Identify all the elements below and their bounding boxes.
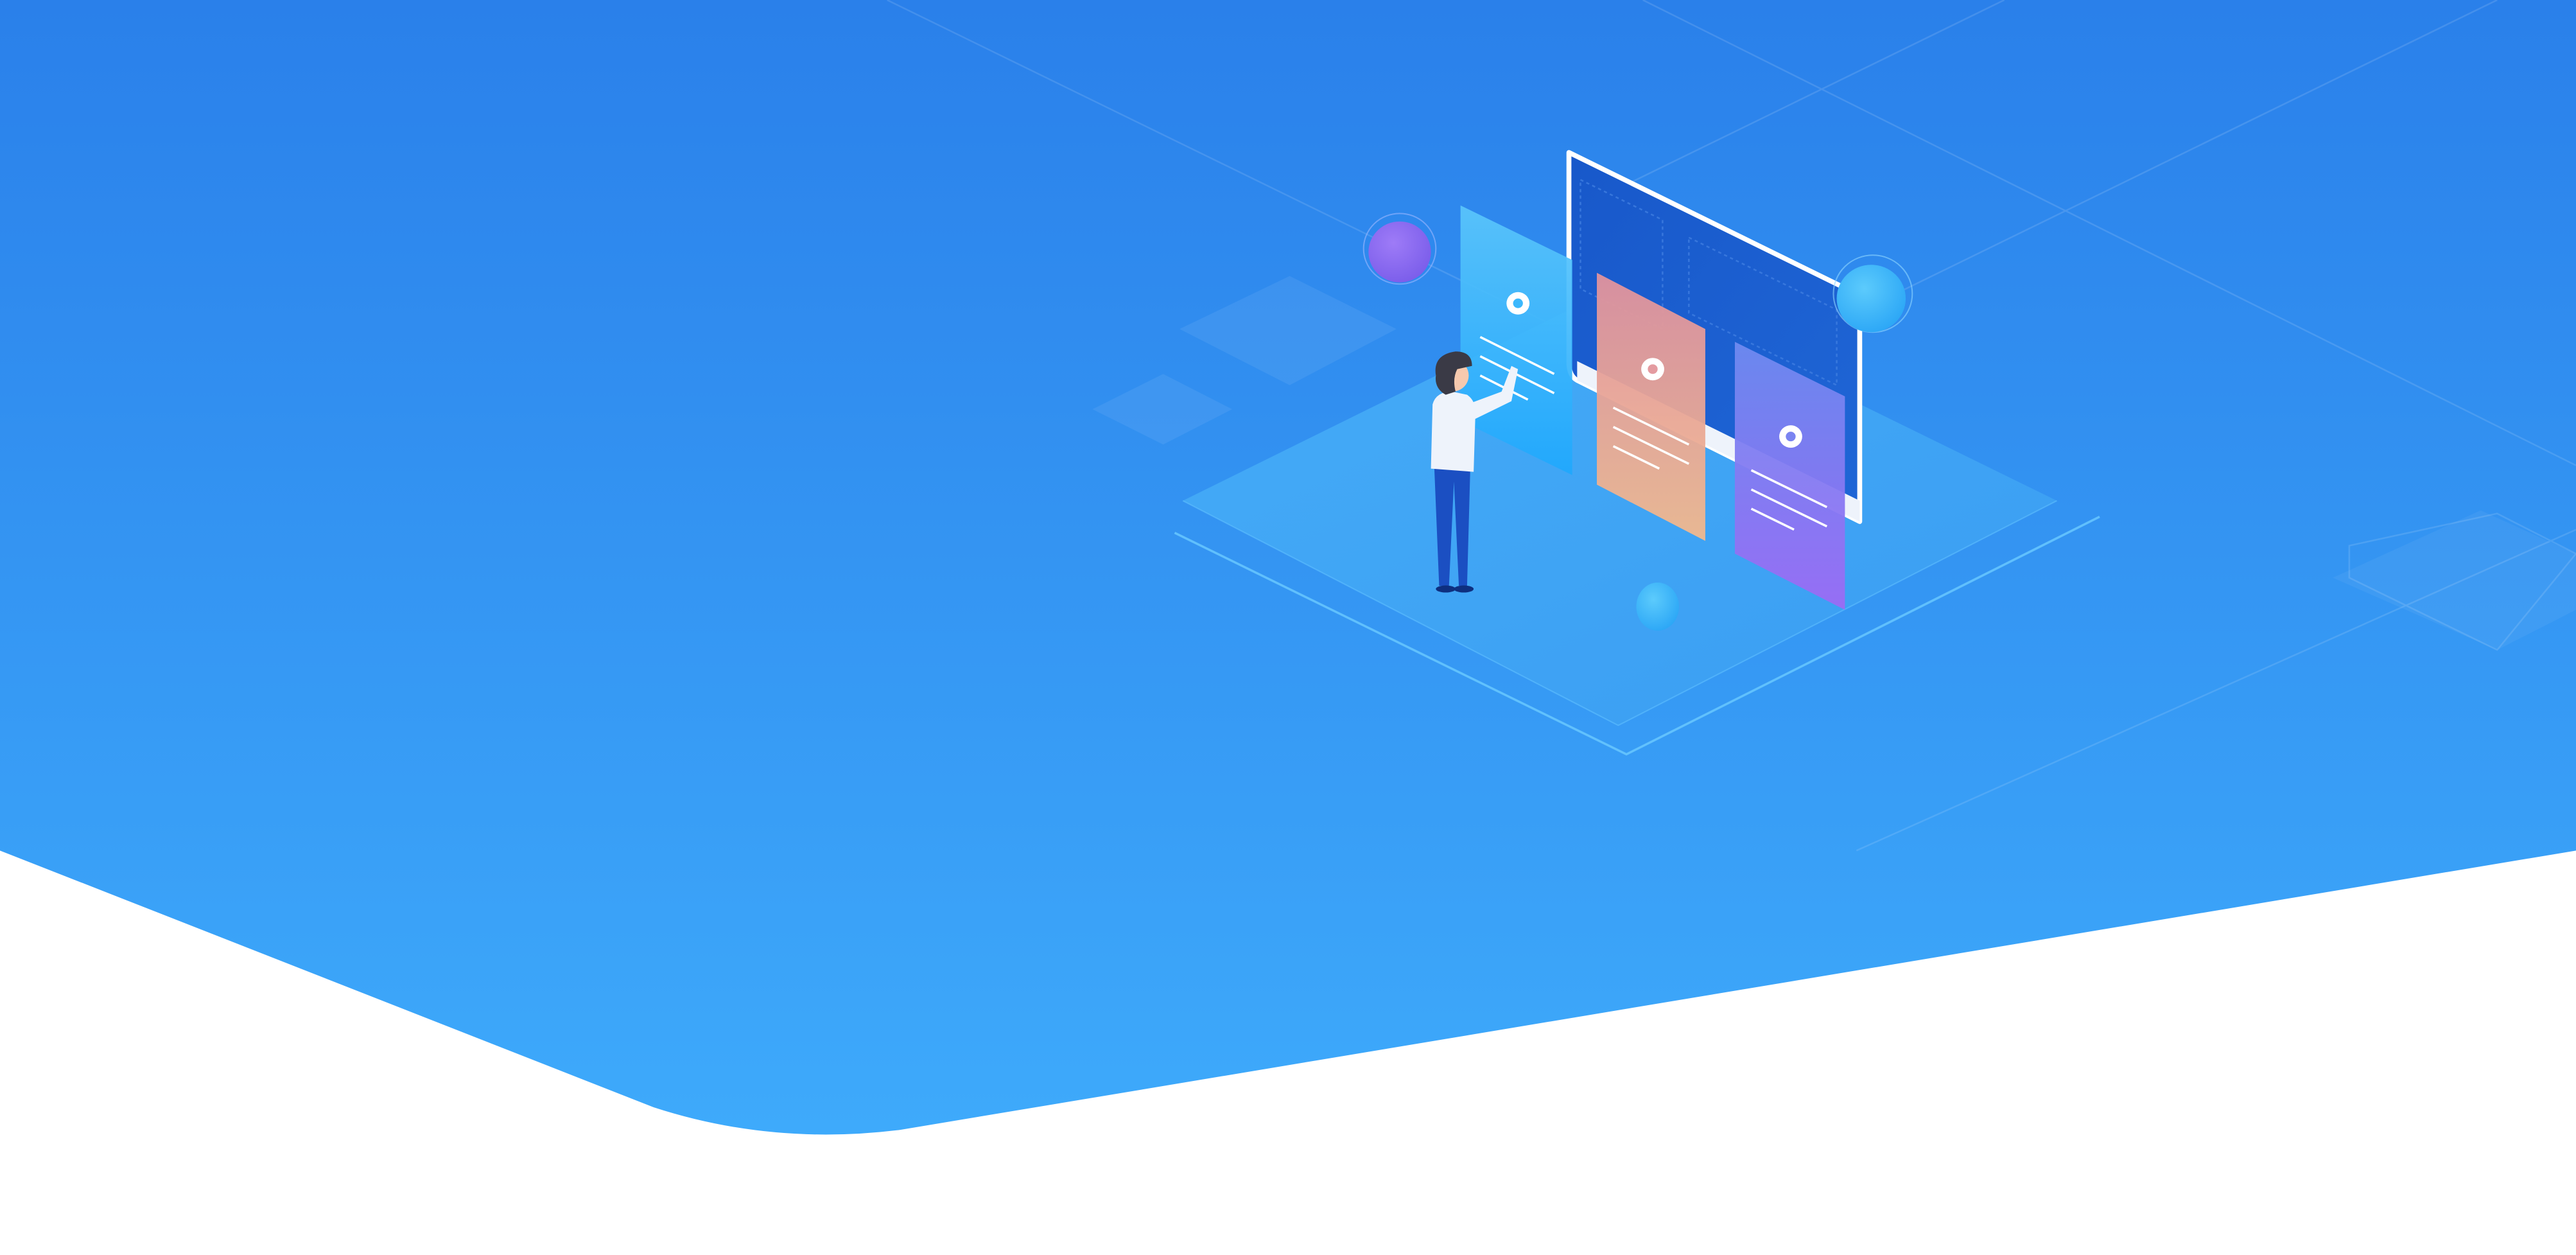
orb-cyan-right [1832, 254, 1913, 333]
orb-purple [1362, 213, 1437, 285]
banner-illustration [0, 0, 2576, 1135]
orb-cyan-bottom [1636, 583, 1679, 631]
banner-background [0, 0, 2576, 1135]
gear-icon [1779, 425, 1802, 448]
gear-icon [1641, 358, 1664, 381]
gear-icon [1506, 292, 1530, 315]
hero-banner [0, 0, 2576, 1255]
